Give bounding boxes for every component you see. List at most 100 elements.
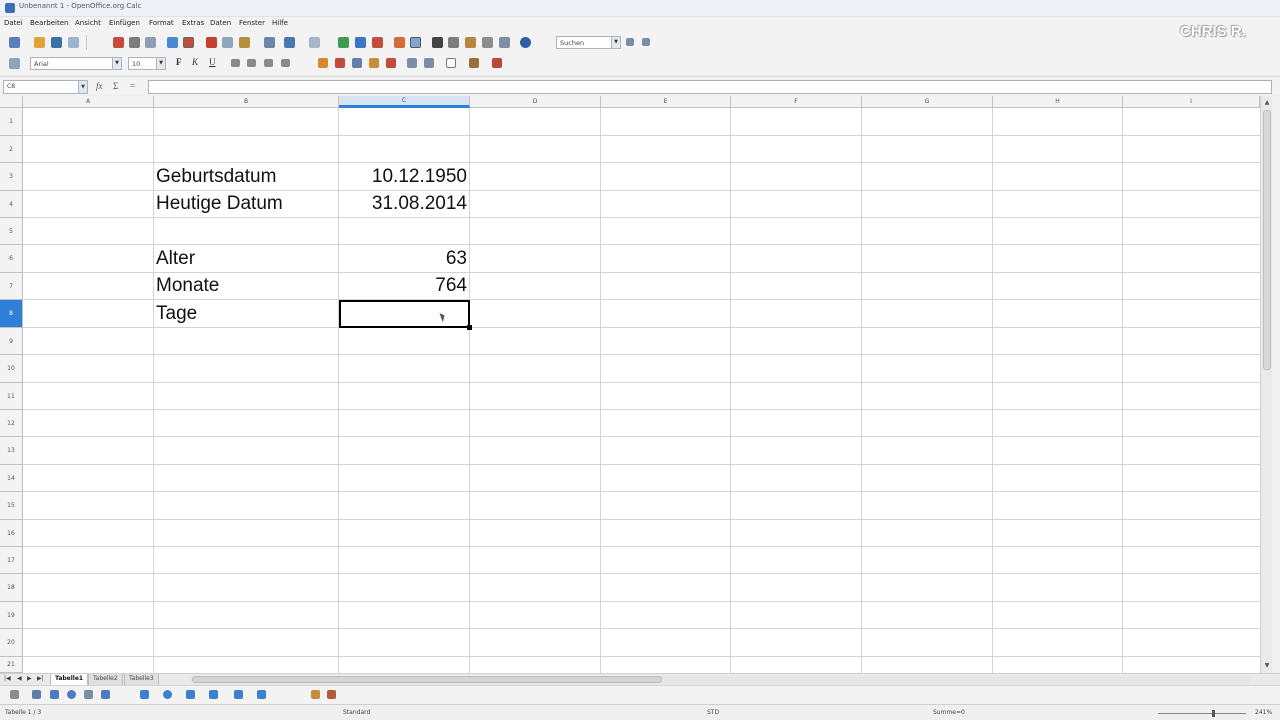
menu-daten[interactable]: Daten bbox=[210, 19, 231, 27]
currency-format-icon[interactable] bbox=[335, 58, 345, 68]
spreadsheet-grid[interactable]: A B C D E F G H I 1 2 3 4 5 6 7 8 9 10 1… bbox=[0, 96, 1270, 673]
zoom-slider-knob[interactable] bbox=[1212, 710, 1215, 717]
background-color-icon[interactable] bbox=[469, 58, 479, 68]
chevron-down-icon[interactable]: ▼ bbox=[156, 58, 165, 69]
row-header-9[interactable]: 9 bbox=[0, 328, 23, 355]
flowchart-icon[interactable] bbox=[209, 690, 218, 699]
chevron-down-icon[interactable]: ▼ bbox=[112, 58, 121, 69]
new-icon[interactable] bbox=[9, 37, 20, 48]
column-header-b[interactable]: B bbox=[154, 96, 339, 108]
navigator-icon[interactable] bbox=[448, 37, 459, 48]
cell-c6[interactable]: 63 bbox=[341, 248, 467, 270]
column-header-h[interactable]: H bbox=[993, 96, 1123, 108]
sort-descending-icon[interactable] bbox=[372, 37, 383, 48]
row-header-7[interactable]: 7 bbox=[0, 273, 23, 300]
align-left-icon[interactable] bbox=[231, 59, 240, 67]
select-all-corner[interactable] bbox=[0, 96, 23, 108]
column-header-f[interactable]: F bbox=[731, 96, 862, 108]
font-color-icon[interactable] bbox=[492, 58, 502, 68]
borders-icon[interactable] bbox=[446, 58, 456, 68]
print-icon[interactable] bbox=[129, 37, 140, 48]
function-wizard-button[interactable]: fx bbox=[96, 81, 103, 91]
gallery-icon[interactable] bbox=[465, 37, 476, 48]
horizontal-scrollbar[interactable] bbox=[190, 676, 1250, 684]
chevron-down-icon[interactable]: ▼ bbox=[611, 37, 620, 48]
vertical-scrollbar[interactable]: ▲ ▼ bbox=[1260, 96, 1272, 673]
cell-b8[interactable]: Tage bbox=[156, 303, 197, 325]
menu-datei[interactable]: Datei bbox=[4, 19, 23, 27]
datasources-icon[interactable] bbox=[482, 37, 493, 48]
first-sheet-icon[interactable]: |◀ bbox=[4, 675, 11, 682]
row-header-20[interactable]: 20 bbox=[0, 629, 23, 657]
chevron-down-icon[interactable]: ▼ bbox=[78, 81, 87, 93]
add-decimal-icon[interactable] bbox=[386, 58, 396, 68]
column-header-i[interactable]: I bbox=[1123, 96, 1260, 108]
column-header-g[interactable]: G bbox=[862, 96, 993, 108]
fontwork-icon[interactable] bbox=[327, 690, 336, 699]
cell-b4[interactable]: Heutige Datum bbox=[156, 193, 283, 215]
zoom-icon[interactable] bbox=[499, 37, 510, 48]
scroll-thumb[interactable] bbox=[1263, 110, 1271, 370]
stars-icon[interactable] bbox=[257, 690, 266, 699]
scroll-down-icon[interactable]: ▼ bbox=[1262, 661, 1272, 671]
cell-b3[interactable]: Geburtsdatum bbox=[156, 166, 276, 188]
cut-icon[interactable] bbox=[206, 37, 217, 48]
italic-button[interactable]: K bbox=[192, 57, 198, 67]
sort-ascending-icon[interactable] bbox=[355, 37, 366, 48]
align-right-icon[interactable] bbox=[264, 59, 273, 67]
find-replace-icon[interactable] bbox=[432, 37, 443, 48]
next-sheet-icon[interactable]: ▶ bbox=[27, 675, 32, 682]
email-icon[interactable] bbox=[68, 37, 79, 48]
standard-format-icon[interactable] bbox=[369, 58, 379, 68]
undo-icon[interactable] bbox=[284, 37, 295, 48]
menu-ansicht[interactable]: Ansicht bbox=[75, 19, 101, 27]
help-icon[interactable] bbox=[520, 37, 531, 48]
formula-input[interactable] bbox=[148, 80, 1272, 94]
percent-format-icon[interactable] bbox=[352, 58, 362, 68]
row-header-12[interactable]: 12 bbox=[0, 410, 23, 437]
align-center-icon[interactable] bbox=[247, 59, 256, 67]
row-header-18[interactable]: 18 bbox=[0, 574, 23, 602]
underline-button[interactable]: U bbox=[209, 57, 216, 67]
select-arrow-icon[interactable] bbox=[10, 690, 19, 699]
row-header-14[interactable]: 14 bbox=[0, 465, 23, 492]
row-header-17[interactable]: 17 bbox=[0, 547, 23, 574]
bold-button[interactable]: F bbox=[176, 57, 182, 67]
row-header-4[interactable]: 4 bbox=[0, 191, 23, 218]
menu-format[interactable]: Format bbox=[149, 19, 174, 27]
cell-c7[interactable]: 764 bbox=[341, 275, 467, 297]
column-header-c[interactable]: C bbox=[339, 96, 470, 108]
clone-format-icon[interactable] bbox=[264, 37, 275, 48]
text-icon[interactable] bbox=[101, 690, 110, 699]
ellipse-icon[interactable] bbox=[67, 690, 76, 699]
row-header-3[interactable]: 3 bbox=[0, 163, 23, 191]
row-header-21[interactable]: 21 bbox=[0, 657, 23, 673]
chart-icon[interactable] bbox=[394, 37, 405, 48]
line-icon[interactable] bbox=[32, 690, 41, 699]
row-header-10[interactable]: 10 bbox=[0, 355, 23, 383]
paste-icon[interactable] bbox=[239, 37, 250, 48]
save-icon[interactable] bbox=[51, 37, 62, 48]
find-previous-icon[interactable] bbox=[642, 38, 650, 46]
autospellcheck-icon[interactable] bbox=[183, 37, 194, 48]
scroll-up-icon[interactable]: ▲ bbox=[1262, 98, 1272, 108]
row-header-19[interactable]: 19 bbox=[0, 602, 23, 629]
previous-sheet-icon[interactable]: ◀ bbox=[17, 675, 22, 682]
block-arrows-icon[interactable] bbox=[186, 690, 195, 699]
align-justify-icon[interactable] bbox=[281, 59, 290, 67]
cell-b6[interactable]: Alter bbox=[156, 248, 195, 270]
name-box[interactable]: C8 ▼ bbox=[3, 80, 88, 94]
from-file-icon[interactable] bbox=[311, 690, 320, 699]
cell-c3[interactable]: 10.12.1950 bbox=[341, 166, 467, 188]
decrease-indent-icon[interactable] bbox=[407, 58, 417, 68]
font-size-combo[interactable]: 10 ▼ bbox=[128, 57, 166, 70]
spellcheck-icon[interactable] bbox=[167, 37, 178, 48]
function-button[interactable]: = bbox=[130, 81, 135, 91]
row-header-8[interactable]: 8 bbox=[0, 300, 23, 328]
column-header-a[interactable]: A bbox=[23, 96, 154, 108]
increase-indent-icon[interactable] bbox=[424, 58, 434, 68]
row-header-13[interactable]: 13 bbox=[0, 437, 23, 465]
menu-fenster[interactable]: Fenster bbox=[239, 19, 265, 27]
callouts-icon[interactable] bbox=[234, 690, 243, 699]
row-header-11[interactable]: 11 bbox=[0, 383, 23, 410]
